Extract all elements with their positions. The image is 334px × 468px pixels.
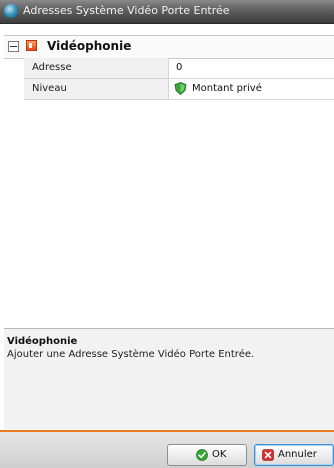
- description-panel: Vidéophonie Ajouter une Adresse Système …: [4, 328, 334, 429]
- red-x-icon: [262, 449, 274, 461]
- dialog-window: Adresses Système Vidéo Porte Entrée Vidé…: [0, 0, 334, 468]
- ok-button-label: OK: [212, 449, 227, 460]
- property-name-cell: Niveau: [24, 79, 169, 99]
- videophone-icon: [26, 40, 37, 51]
- window-title: Adresses Système Vidéo Porte Entrée: [23, 4, 230, 17]
- green-shield-icon: [174, 82, 187, 95]
- cancel-button[interactable]: Annuler: [254, 444, 334, 466]
- app-icon: [4, 4, 18, 18]
- description-title: Vidéophonie: [7, 336, 78, 347]
- section-header[interactable]: Vidéophonie: [4, 35, 334, 59]
- property-value[interactable]: 0: [176, 62, 182, 73]
- property-name-cell: Adresse: [24, 58, 169, 78]
- property-row-niveau[interactable]: Niveau Montant privé: [24, 79, 334, 100]
- property-name: Adresse: [32, 62, 72, 73]
- collapse-icon[interactable]: [8, 41, 19, 52]
- section-title: Vidéophonie: [47, 39, 132, 53]
- cancel-button-label: Annuler: [278, 449, 317, 460]
- description-text: Ajouter une Adresse Système Vidéo Porte …: [7, 349, 255, 360]
- button-bar: OK Annuler: [0, 432, 334, 468]
- ok-button[interactable]: OK: [167, 444, 247, 466]
- property-name: Niveau: [32, 83, 67, 94]
- property-row-adresse[interactable]: Adresse 0: [24, 58, 334, 79]
- green-check-icon: [196, 449, 208, 461]
- property-value[interactable]: Montant privé: [192, 83, 262, 94]
- title-bar[interactable]: Adresses Système Vidéo Porte Entrée: [0, 0, 334, 24]
